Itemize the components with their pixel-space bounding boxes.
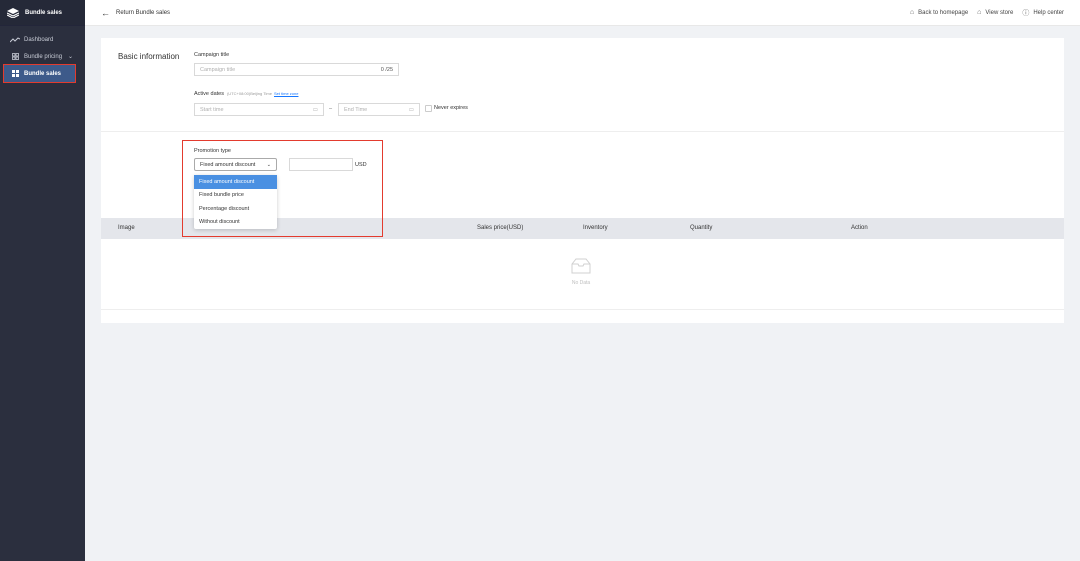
sidebar-item-dashboard[interactable]: Dashboard (0, 31, 85, 48)
campaign-title-label: Campaign title (194, 52, 230, 58)
active-dates-label: Active dates (UTC+08:00)Beijing Time Set t… (194, 91, 298, 97)
arrow-left-icon: ← (101, 7, 110, 18)
chevron-down-icon: ⌄ (68, 54, 74, 60)
layers-icon (7, 7, 19, 18)
highlight-box (182, 140, 383, 237)
link-label: Back to homepage (918, 9, 969, 16)
topbar: ← Return Bundle sales ⌂ Back to homepage … (85, 0, 1080, 26)
back-to-homepage-link[interactable]: ⌂ Back to homepage (910, 9, 968, 16)
end-time-input[interactable]: End Time ▭ (338, 103, 420, 116)
sidebar-item-bundle-pricing[interactable]: Bundle pricing ⌄ (0, 48, 85, 65)
help-center-link[interactable]: ⓘ Help center (1022, 8, 1064, 18)
back-link[interactable]: ← Return Bundle sales (101, 8, 170, 18)
trend-icon (10, 36, 20, 43)
link-label: View store (985, 9, 1014, 16)
section-title: Basic information (118, 52, 180, 61)
campaign-title-placeholder: Campaign title (200, 66, 236, 73)
empty-state: No Data (556, 258, 606, 286)
never-expires-checkbox[interactable] (425, 105, 432, 112)
col-quantity: Quantity (690, 225, 713, 231)
calendar-icon: ▭ (408, 106, 414, 113)
active-dates-text: Active dates (194, 91, 224, 97)
back-label: Return Bundle sales (116, 9, 171, 16)
brand-title: Bundle sales (25, 9, 63, 16)
col-image: Image (118, 225, 135, 231)
col-sales-price: Sales price(USD) (477, 225, 524, 231)
grid-icon (10, 53, 20, 60)
start-time-input[interactable]: Start time ▭ (194, 103, 324, 116)
empty-text: No Data (571, 280, 591, 286)
sidebar: Bundle sales Dashboard Bundle pricing ⌄ … (0, 0, 85, 561)
home-icon: ⌂ (909, 9, 915, 16)
col-action: Action (851, 225, 868, 231)
end-placeholder: End Time (344, 106, 368, 113)
link-label: Help center (1033, 9, 1064, 16)
sidebar-item-label: Dashboard (24, 36, 54, 43)
sidebar-item-label: Bundle pricing (24, 53, 63, 60)
date-separator: – (329, 106, 333, 112)
divider (101, 131, 1064, 132)
sidebar-item-label: Bundle sales (24, 70, 62, 77)
char-counter: 0 /25 (380, 66, 393, 73)
divider (101, 309, 1064, 310)
view-store-link[interactable]: ⌂ View store (977, 9, 1013, 16)
set-timezone-link[interactable]: Set time zone (274, 91, 298, 96)
calendar-icon: ▭ (312, 106, 318, 113)
timezone-text: (UTC+08:00)Beijing Time (226, 91, 272, 96)
brand: Bundle sales (0, 0, 85, 26)
campaign-title-input[interactable]: Campaign title 0 /25 (194, 63, 399, 76)
apps-icon (10, 70, 20, 77)
never-expires-label: Never expires (434, 105, 468, 111)
help-icon: ⓘ (1022, 9, 1030, 17)
empty-box-icon (571, 258, 591, 274)
sidebar-item-bundle-sales[interactable]: Bundle sales (3, 64, 76, 83)
start-placeholder: Start time (200, 106, 224, 113)
store-icon: ⌂ (977, 9, 982, 16)
col-inventory: Inventory (583, 225, 608, 231)
